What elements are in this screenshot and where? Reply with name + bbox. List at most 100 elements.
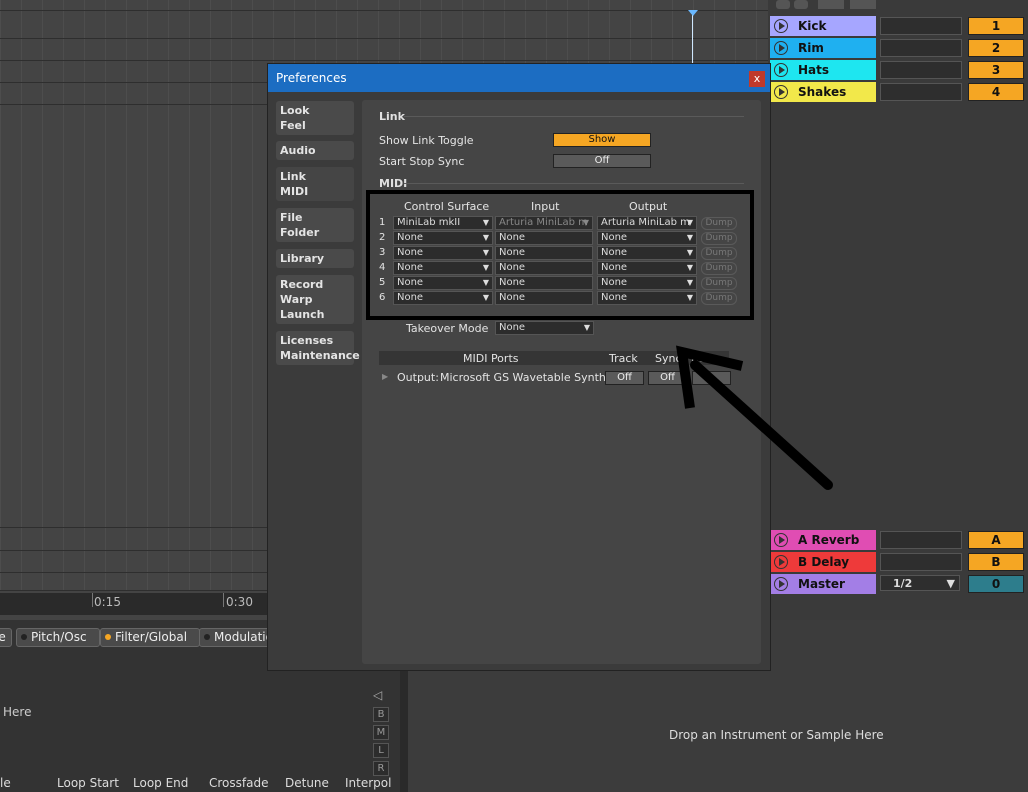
track-row[interactable]: Master 1/2 ▼ 0 bbox=[768, 573, 1028, 595]
play-icon[interactable] bbox=[774, 41, 788, 55]
forward-arrow-icon[interactable] bbox=[794, 0, 808, 9]
dump-button[interactable]: Dump bbox=[701, 277, 737, 290]
prefs-tab-label: File bbox=[280, 211, 303, 224]
resize-icon[interactable] bbox=[818, 0, 844, 9]
play-icon[interactable] bbox=[774, 85, 788, 99]
back-arrow-icon[interactable] bbox=[776, 0, 790, 9]
midi-output-select[interactable]: Arturia MiniLab m ▼ bbox=[597, 216, 697, 230]
midi-input-select[interactable]: None bbox=[495, 276, 593, 290]
control-surface-select[interactable]: MiniLab mkII ▼ bbox=[393, 216, 493, 230]
midi-output-select[interactable]: None ▼ bbox=[597, 261, 697, 275]
track-row[interactable]: A Reverb A bbox=[768, 529, 1028, 551]
midi-input-select[interactable]: None bbox=[495, 246, 593, 260]
show-link-toggle-label: Show Link Toggle bbox=[379, 134, 474, 147]
midi-output-select[interactable]: None ▼ bbox=[597, 246, 697, 260]
clip-slot[interactable] bbox=[880, 17, 962, 35]
play-icon[interactable] bbox=[774, 533, 788, 547]
track-activator[interactable]: B bbox=[968, 553, 1024, 571]
device-tab[interactable]: Filter/Global bbox=[100, 628, 200, 647]
prefs-tab-record[interactable]: Record Warp Launch bbox=[276, 275, 354, 324]
prefs-tab-audio[interactable]: Audio bbox=[276, 141, 354, 160]
midi-input-select[interactable]: Arturia MiniLab m ▼ bbox=[495, 216, 593, 230]
prefs-tab-file[interactable]: File Folder bbox=[276, 208, 354, 242]
midi-input-select[interactable]: None bbox=[495, 231, 593, 245]
track-title[interactable]: Shakes bbox=[770, 82, 876, 102]
track-activator[interactable]: 1 bbox=[968, 17, 1024, 35]
track-title[interactable]: A Reverb bbox=[770, 530, 876, 550]
lock-icon[interactable] bbox=[850, 0, 876, 9]
midi-output-select[interactable]: None ▼ bbox=[597, 231, 697, 245]
prefs-tab-look[interactable]: Look Feel bbox=[276, 101, 354, 135]
track-name: Kick bbox=[798, 19, 827, 33]
takeover-mode-label: Takeover Mode bbox=[406, 322, 489, 335]
track-activator[interactable]: 4 bbox=[968, 83, 1024, 101]
master-routing[interactable]: 1/2 ▼ bbox=[880, 575, 960, 591]
control-surface-select[interactable]: None ▼ bbox=[393, 291, 493, 305]
dump-button[interactable]: Dump bbox=[701, 292, 737, 305]
expand-port-icon[interactable]: ▶ bbox=[382, 372, 388, 381]
param-label: Interpol bbox=[345, 776, 392, 790]
device-r-button[interactable]: R bbox=[373, 761, 389, 776]
device-tab[interactable]: Pitch/Osc bbox=[16, 628, 100, 647]
show-link-toggle-button[interactable]: Show bbox=[553, 133, 651, 147]
prefs-tab-label: Launch bbox=[280, 308, 325, 321]
track-row[interactable]: B Delay B bbox=[768, 551, 1028, 573]
start-stop-sync-label: Start Stop Sync bbox=[379, 155, 465, 168]
track-title[interactable]: Kick bbox=[770, 16, 876, 36]
port-track-toggle[interactable]: Off bbox=[605, 371, 644, 385]
playhead-line bbox=[692, 14, 693, 64]
play-icon[interactable] bbox=[774, 555, 788, 569]
track-title[interactable]: Hats bbox=[770, 60, 876, 80]
track-title[interactable]: Rim bbox=[770, 38, 876, 58]
device-m-button[interactable]: M bbox=[373, 725, 389, 740]
clip-slot[interactable] bbox=[880, 83, 962, 101]
playhead-marker[interactable] bbox=[688, 10, 698, 16]
track-row[interactable]: Hats 3 bbox=[768, 59, 1028, 81]
play-icon[interactable] bbox=[774, 19, 788, 33]
track-activator[interactable]: 0 bbox=[968, 575, 1024, 593]
control-surface-select[interactable]: None ▼ bbox=[393, 231, 493, 245]
prefs-tab-label: Warp bbox=[280, 293, 313, 306]
play-icon[interactable] bbox=[774, 63, 788, 77]
prefs-tab-label: MIDI bbox=[280, 185, 309, 198]
close-button[interactable]: x bbox=[749, 71, 765, 87]
track-title[interactable]: B Delay bbox=[770, 552, 876, 572]
midi-row-number: 6 bbox=[379, 292, 386, 303]
track-row[interactable]: Kick 1 bbox=[768, 15, 1028, 37]
device-b-button[interactable]: B bbox=[373, 707, 389, 722]
start-stop-sync-button[interactable]: Off bbox=[553, 154, 651, 168]
control-surface-select[interactable]: None ▼ bbox=[393, 276, 493, 290]
device-l-button[interactable]: L bbox=[373, 743, 389, 758]
dump-button[interactable]: Dump bbox=[701, 232, 737, 245]
col-control-surface: Control Surface bbox=[404, 200, 490, 213]
midi-input-select[interactable]: None bbox=[495, 291, 593, 305]
device-tab[interactable]: le bbox=[0, 628, 12, 647]
midi-input-select[interactable]: None bbox=[495, 261, 593, 275]
track-activator[interactable]: A bbox=[968, 531, 1024, 549]
control-surface-select[interactable]: None ▼ bbox=[393, 246, 493, 260]
track-activator[interactable]: 2 bbox=[968, 39, 1024, 57]
prefs-tab-library[interactable]: Library bbox=[276, 249, 354, 268]
track-title[interactable]: Master bbox=[770, 574, 876, 594]
clip-slot[interactable] bbox=[880, 553, 962, 571]
annotation-arrow bbox=[676, 345, 833, 490]
prefs-tab-licenses[interactable]: Licenses Maintenance bbox=[276, 331, 360, 365]
dump-button[interactable]: Dump bbox=[701, 247, 737, 260]
clip-slot[interactable] bbox=[880, 39, 962, 57]
midi-output-select[interactable]: None ▼ bbox=[597, 276, 697, 290]
track-row[interactable]: Rim 2 bbox=[768, 37, 1028, 59]
midi-output-select[interactable]: None ▼ bbox=[597, 291, 697, 305]
track-row[interactable]: Shakes 4 bbox=[768, 81, 1028, 103]
dump-button[interactable]: Dump bbox=[701, 262, 737, 275]
track-activator[interactable]: 3 bbox=[968, 61, 1024, 79]
control-surface-select[interactable]: None ▼ bbox=[393, 261, 493, 275]
prefs-tab-label: Look bbox=[280, 104, 310, 117]
dump-button[interactable]: Dump bbox=[701, 217, 737, 230]
play-icon[interactable] bbox=[774, 577, 788, 591]
clip-slot[interactable] bbox=[880, 531, 962, 549]
prefs-tab-link[interactable]: Link MIDI bbox=[276, 167, 354, 201]
clip-slot[interactable] bbox=[880, 61, 962, 79]
takeover-mode-select[interactable]: None ▼ bbox=[495, 321, 594, 335]
chevron-left-icon[interactable]: ◁ bbox=[373, 688, 387, 702]
preferences-titlebar[interactable]: Preferences bbox=[268, 64, 770, 92]
